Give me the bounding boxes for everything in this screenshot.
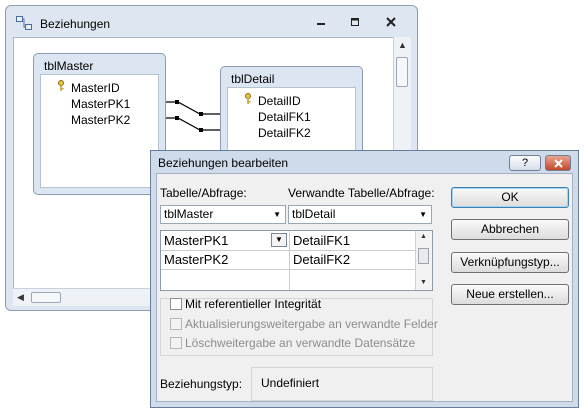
grid-scrollbar[interactable]: ▲ ▼ [415,231,432,290]
grid-cell-left[interactable]: MasterPK2 [164,252,228,267]
scroll-up-icon[interactable]: ▲ [420,233,427,240]
grid-row[interactable]: DetailFK2 [290,251,418,269]
cascade-update-checkbox[interactable] [170,318,182,330]
chevron-down-icon[interactable]: ▼ [271,233,287,247]
relationship-type-box: Undefiniert [251,367,433,401]
dialog-close-button[interactable] [545,155,571,171]
help-button[interactable]: ? [509,155,541,171]
related-table-select[interactable]: tblDetail ▼ [288,205,432,224]
cascade-update-label: Aktualisierungsweitergabe an verwandte F… [185,317,438,331]
cascade-delete-label: Löschweitergabe an verwandte Datensätze [185,336,416,350]
grid-row[interactable]: MasterPK2 [161,251,289,269]
cancel-button[interactable]: Abbrechen [451,219,569,240]
dialog-title: Beziehungen bearbeiten [158,156,289,170]
related-table-label: Verwandte Tabelle/Abfrage: [288,186,435,200]
grid-cell-right[interactable]: DetailFK2 [293,252,350,267]
field-mapping-grid[interactable]: MasterPK1 ▼ DetailFK1 MasterPK2 DetailFK… [160,230,433,291]
relationship-type-label: Beziehungstyp: [160,377,243,391]
integrity-checkbox[interactable] [170,298,182,310]
grid-row[interactable]: MasterPK1 [161,232,289,250]
table-select[interactable]: tblMaster ▼ [160,205,286,224]
grid-cell-right[interactable]: DetailFK1 [293,233,350,248]
grid-cell-left[interactable]: MasterPK1 [164,233,228,248]
dialog-body: Tabelle/Abfrage: Verwandte Tabelle/Abfra… [156,173,573,402]
chevron-down-icon[interactable]: ▼ [273,206,281,223]
cascade-delete-checkbox[interactable] [170,337,182,349]
edit-relationships-dialog: Beziehungen bearbeiten ? Tabelle/Abfrage… [150,150,579,408]
table-label: Tabelle/Abfrage: [160,186,247,200]
related-table-select-value: tblDetail [292,207,336,221]
relationship-type-value: Undefiniert [261,376,320,390]
table-select-value: tblMaster [164,207,214,221]
grid-row[interactable]: DetailFK1 [290,232,418,250]
chevron-down-icon[interactable]: ▼ [419,206,427,223]
close-icon [553,159,563,168]
scroll-down-icon[interactable]: ▼ [420,279,427,286]
integrity-label[interactable]: Mit referentieller Integrität [185,297,321,311]
join-type-button[interactable]: Verknüpfungstyp... [451,252,569,273]
ok-button[interactable]: OK [451,187,569,208]
create-new-button[interactable]: Neue erstellen... [451,284,569,305]
scroll-thumb[interactable] [418,248,429,264]
